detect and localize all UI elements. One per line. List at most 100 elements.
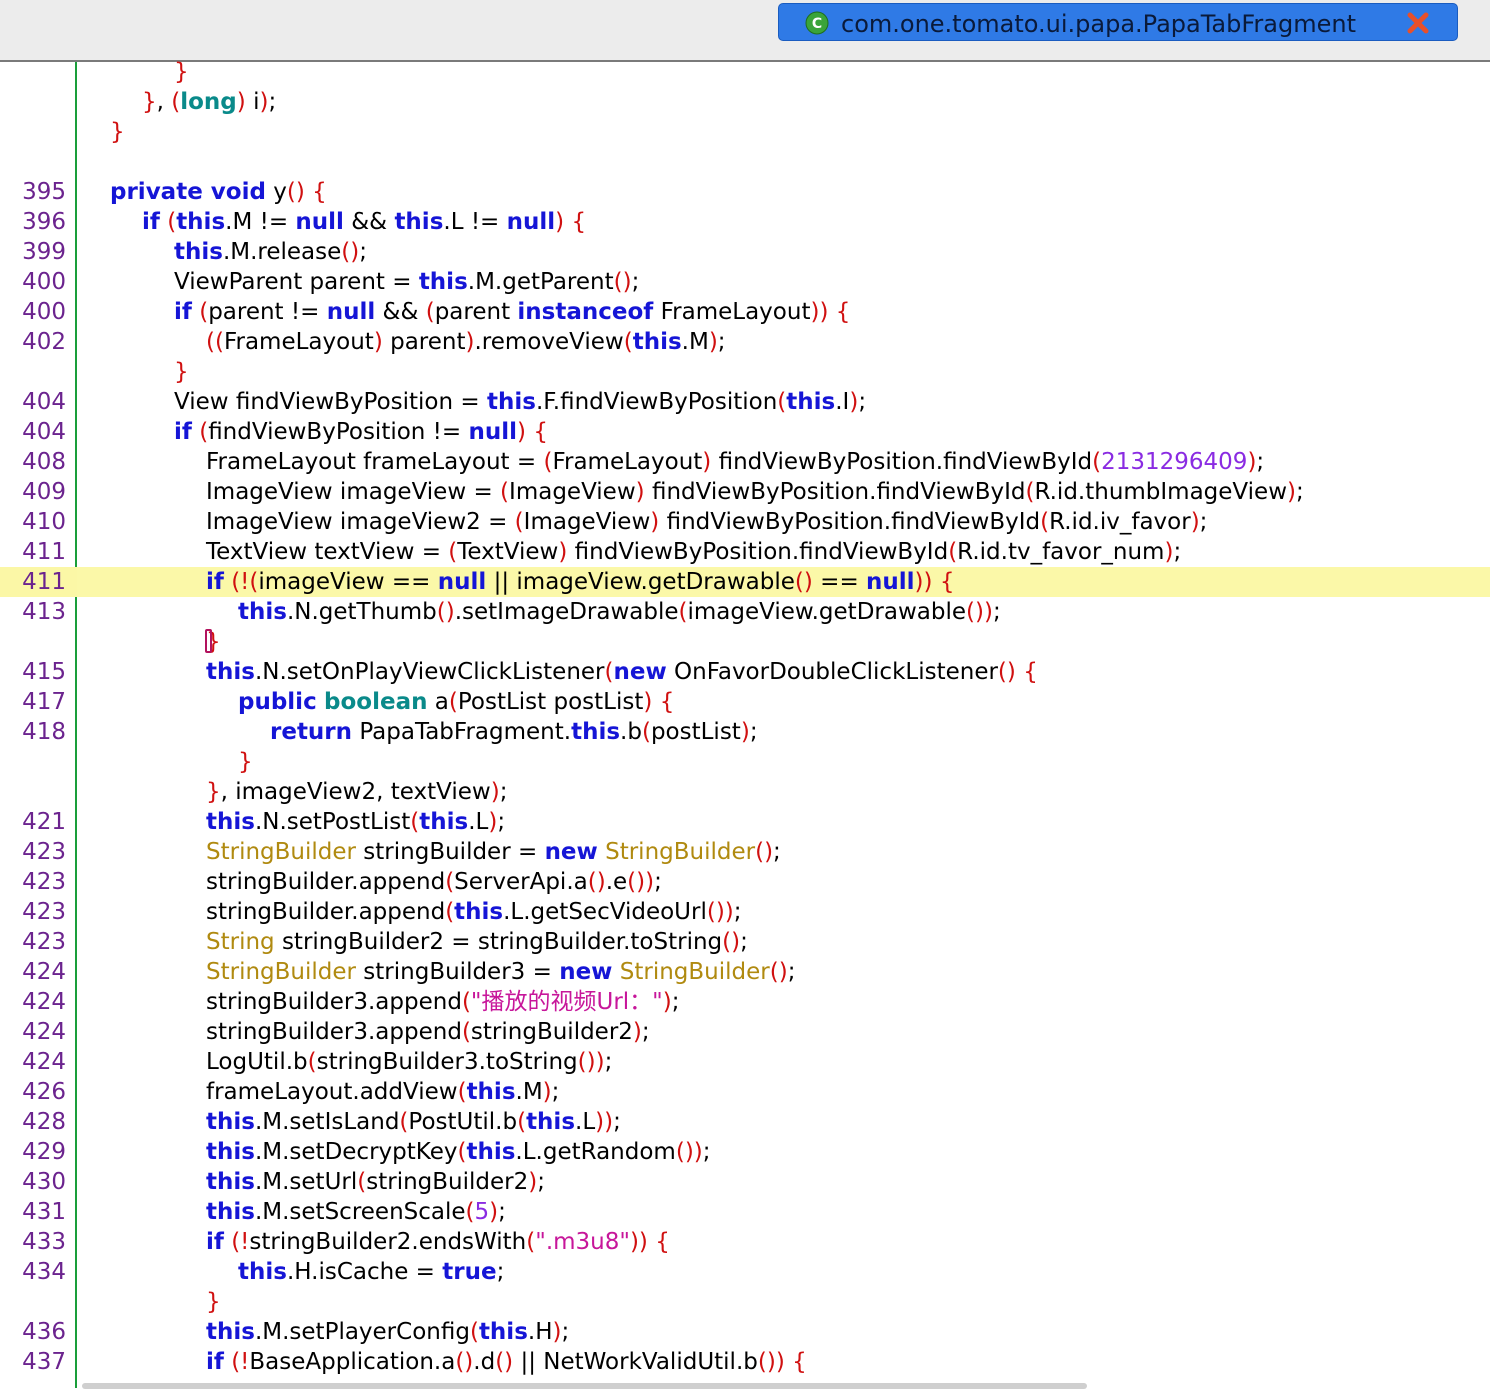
line-number: 424 xyxy=(22,959,66,985)
code-text: View findViewByPosition = this.F.findVie… xyxy=(174,387,866,417)
code-token: ()) xyxy=(706,899,734,925)
code-line[interactable]: 417 public boolean a(PostList postList) { xyxy=(0,687,1490,717)
code-line[interactable]: 430 this.M.setUrl(stringBuilder2); xyxy=(0,1167,1490,1197)
code-line[interactable]: } xyxy=(0,747,1490,777)
code-line[interactable]: 426 frameLayout.addView(this.M); xyxy=(0,1077,1490,1107)
code-token: findViewByPosition.findViewById xyxy=(567,539,949,565)
code-line[interactable]: 424 StringBuilder stringBuilder3 = new St… xyxy=(0,957,1490,987)
code-token: ( xyxy=(171,89,181,115)
close-icon[interactable] xyxy=(1406,12,1430,34)
code-line[interactable]: } xyxy=(0,357,1490,387)
code-token: this xyxy=(526,1109,576,1135)
code-line[interactable]: 418 return PapaTabFragment.this.b(postLis… xyxy=(0,717,1490,747)
code-line[interactable]: 413 this.N.getThumb().setImageDrawable(im… xyxy=(0,597,1490,627)
code-line[interactable]: }, (long) i); xyxy=(0,87,1490,117)
code-line[interactable]: 433 if (!stringBuilder2.endsWith(".m3u8")… xyxy=(0,1227,1490,1257)
code-line[interactable]: 423 stringBuilder.append(this.L.getSecVid… xyxy=(0,897,1490,927)
line-number: 431 xyxy=(22,1199,66,1225)
code-token: ; xyxy=(702,1139,711,1165)
horizontal-scrollbar[interactable] xyxy=(82,1383,1087,1389)
code-line[interactable]: 404 View findViewByPosition = this.F.find… xyxy=(0,387,1490,417)
line-number: 426 xyxy=(22,1079,66,1105)
code-token: StringBuilder xyxy=(206,959,356,985)
code-line[interactable]: 434 this.H.isCache = true; xyxy=(0,1257,1490,1287)
code-text: this.M.setIsLand(PostUtil.b(this.L)); xyxy=(206,1107,621,1137)
code-token: ( xyxy=(199,419,209,445)
code-line[interactable]: 411 if (!(imageView == null || imageView.… xyxy=(0,567,1490,597)
code-line[interactable]: } xyxy=(0,1287,1490,1317)
code-text: } xyxy=(238,747,253,777)
code-line[interactable]: 399 this.M.release(); xyxy=(0,237,1490,267)
code-line[interactable]: 396 if (this.M != null && this.L != null)… xyxy=(0,207,1490,237)
code-token: ( xyxy=(307,1049,317,1075)
code-line[interactable]: 402 ((FrameLayout) parent) .removeView(thi… xyxy=(0,327,1490,357)
editor-tab[interactable]: C com.one.tomato.ui.papa.PapaTabFragment xyxy=(778,3,1458,41)
code-token: } xyxy=(174,59,189,85)
code-token: 2131296409 xyxy=(1101,449,1248,475)
line-number: 424 xyxy=(22,989,66,1015)
code-token: parent xyxy=(434,299,518,325)
code-token: ( xyxy=(461,1019,471,1045)
code-token: parent xyxy=(382,329,466,355)
code-line[interactable]: 404 if (findViewByPosition != null) { xyxy=(0,417,1490,447)
code-token: ; xyxy=(499,779,508,805)
code-line[interactable]: } xyxy=(0,57,1490,87)
code-line[interactable]: 429 this.M.setDecryptKey(this.L.getRandom… xyxy=(0,1137,1490,1167)
code-line[interactable]: 423 stringBuilder.append(ServerApi.a().e(… xyxy=(0,867,1490,897)
code-line[interactable]: 410 ImageView imageView2 = (ImageView) fi… xyxy=(0,507,1490,537)
code-token: ( xyxy=(1040,509,1050,535)
code-editor[interactable]: }}, (long) i);} 395 private void y() {396 i… xyxy=(0,59,1490,1388)
code-line[interactable]: 431 this.M.setScreenScale(5); xyxy=(0,1197,1490,1227)
code-line[interactable] xyxy=(0,147,1490,177)
code-token: stringBuilder2 = stringBuilder.toString xyxy=(274,929,723,955)
tab-title: com.one.tomato.ui.papa.PapaTabFragment xyxy=(841,10,1356,38)
code-token: this xyxy=(206,809,255,835)
code-line[interactable]: 411 TextView textView = (TextView) findVi… xyxy=(0,537,1490,567)
code-line[interactable]: }, imageView2, textView); xyxy=(0,777,1490,807)
code-token: { xyxy=(659,689,675,715)
code-token: ; xyxy=(671,989,680,1015)
code-line[interactable]: 424 stringBuilder3.append("播放的视频Url："); xyxy=(0,987,1490,1017)
code-line[interactable]: 400 ViewParent parent = this.M.getParent(… xyxy=(0,267,1490,297)
code-token: StringBuilder xyxy=(619,959,770,985)
code-line[interactable]: 400 if (parent != null && (parent instanc… xyxy=(0,297,1490,327)
code-line[interactable]: 437 if (!BaseApplication.a().d() || NetWo… xyxy=(0,1347,1490,1377)
code-line[interactable]: 424 stringBuilder3.append(stringBuilder2)… xyxy=(0,1017,1490,1047)
code-line[interactable]: 436 this.M.setPlayerConfig(this.H); xyxy=(0,1317,1490,1347)
code-token: ( xyxy=(465,1199,475,1225)
code-token: ImageView xyxy=(509,479,636,505)
code-line[interactable]: 424 LogUtil.b(stringBuilder3.toString()); xyxy=(0,1047,1490,1077)
code-line[interactable]: 408 FrameLayout frameLayout = (FrameLayou… xyxy=(0,447,1490,477)
code-line[interactable]: 423 String stringBuilder2 = stringBuilder… xyxy=(0,927,1490,957)
code-token: TextView xyxy=(457,539,559,565)
code-token: ( xyxy=(604,659,614,685)
code-token: .N.getThumb xyxy=(286,599,437,625)
code-line[interactable]: 395 private void y() { xyxy=(0,177,1490,207)
code-token: ViewParent parent = xyxy=(174,269,419,295)
code-token: .L != xyxy=(443,209,507,235)
code-line[interactable]: 421 this.N.setPostList(this.L); xyxy=(0,807,1490,837)
code-text: ViewParent parent = this.M.getParent(); xyxy=(174,267,639,297)
code-token: ) xyxy=(775,1349,785,1375)
code-line[interactable]: 423 StringBuilder stringBuilder = new Str… xyxy=(0,837,1490,867)
line-number: 411 xyxy=(22,539,66,565)
code-text: } xyxy=(174,357,189,387)
code-line[interactable]: 428 this.M.setIsLand(PostUtil.b(this.L)); xyxy=(0,1107,1490,1137)
code-token: ImageView imageView2 = xyxy=(206,509,515,535)
line-number: 437 xyxy=(22,1349,66,1375)
code-line[interactable]: } xyxy=(0,117,1490,147)
code-text: stringBuilder3.append(stringBuilder2); xyxy=(206,1017,650,1047)
code-token: a xyxy=(427,689,449,715)
code-token: () xyxy=(436,599,455,625)
code-line[interactable]: } xyxy=(0,627,1490,657)
code-token: )) xyxy=(595,1109,614,1135)
code-token: (( xyxy=(206,329,224,355)
code-token: ; xyxy=(561,1319,570,1345)
code-token: .F.findViewByPosition xyxy=(535,389,778,415)
code-token: ( xyxy=(357,1169,367,1195)
line-number: 409 xyxy=(22,479,66,505)
code-line[interactable]: 409 ImageView imageView = (ImageView) fin… xyxy=(0,477,1490,507)
code-line[interactable]: 415 this.N.setOnPlayViewClickListener(new… xyxy=(0,657,1490,687)
